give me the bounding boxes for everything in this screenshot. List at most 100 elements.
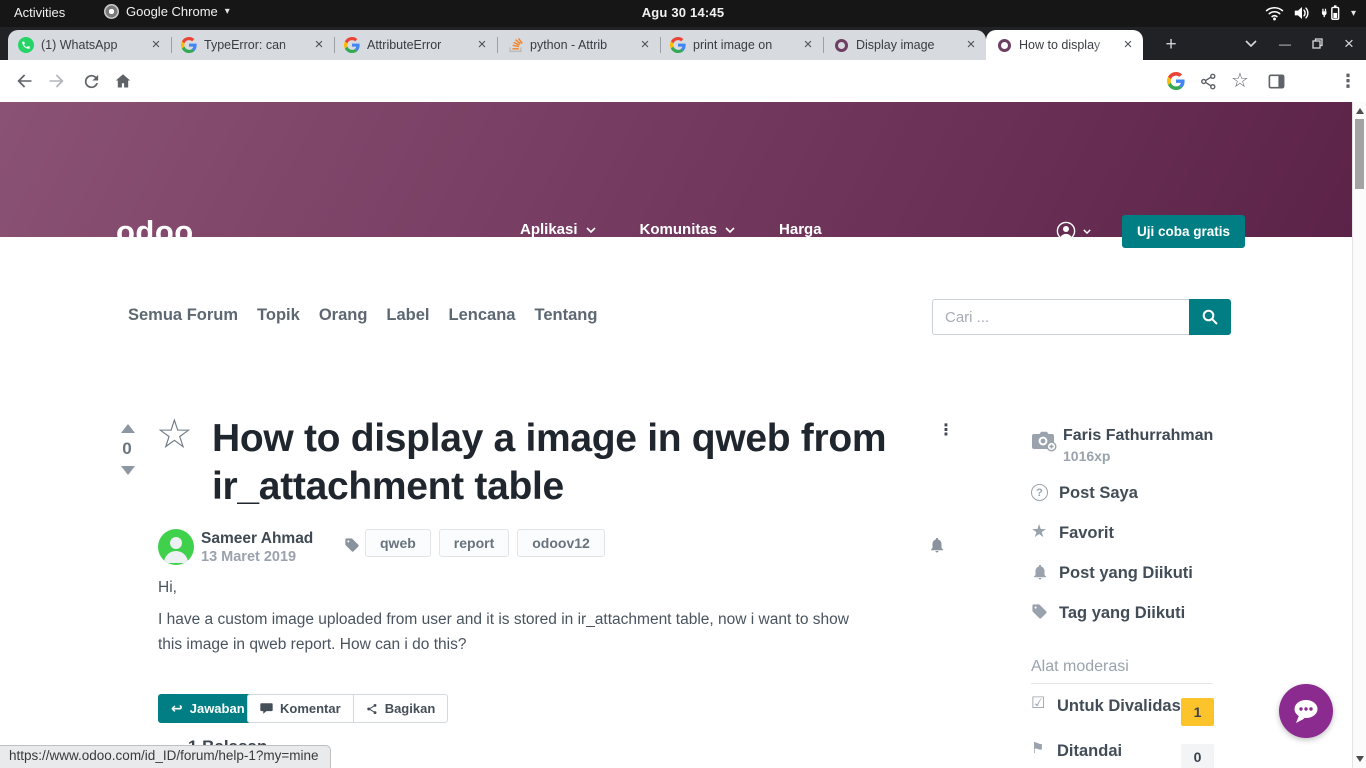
free-trial-button[interactable]: Uji coba gratis	[1122, 215, 1245, 248]
tab-stackoverflow[interactable]: python - Attrib ×	[497, 30, 660, 60]
search-icon	[1202, 309, 1218, 325]
avatar-placeholder-icon[interactable]	[1031, 430, 1057, 459]
comment-icon	[260, 702, 273, 715]
sidebar-item-favorit[interactable]: Favorit	[1059, 524, 1114, 543]
minimize-button[interactable]: —	[1274, 27, 1296, 60]
tab-label: How to display	[1019, 38, 1113, 52]
side-panel-icon[interactable]	[1266, 71, 1286, 91]
sidebar-item-untuk-divalidasi[interactable]: Untuk Divalidasi	[1057, 697, 1185, 716]
system-top-bar: Activities Google Chrome ▾ Agu 30 14:45 …	[0, 0, 1366, 27]
author-name[interactable]: Sameer Ahmad	[201, 530, 313, 548]
chevron-down-icon	[586, 227, 596, 233]
forum-nav: Semua Forum Topik Orang Label Lencana Te…	[128, 306, 597, 325]
flagged-count-badge: 0	[1181, 744, 1214, 768]
nav-aplikasi[interactable]: Aplikasi	[520, 221, 596, 238]
comment-button-label: Komentar	[280, 701, 341, 716]
search-button[interactable]	[1189, 299, 1231, 335]
share-button[interactable]: Bagikan	[353, 695, 448, 722]
page-scrollbar[interactable]	[1352, 102, 1366, 768]
tab-typeerror[interactable]: TypeError: can ×	[171, 30, 334, 60]
upvote-arrow[interactable]	[121, 424, 135, 433]
close-icon[interactable]: ×	[963, 37, 979, 53]
tag-odoov12[interactable]: odoov12	[517, 529, 605, 557]
tab-display-image[interactable]: Display image ×	[823, 30, 986, 60]
close-icon[interactable]: ×	[311, 37, 327, 53]
forward-button[interactable]	[47, 71, 67, 91]
wifi-icon	[1265, 5, 1284, 24]
close-icon[interactable]: ×	[1120, 37, 1136, 53]
sidebar-item-tag-yang-diikuti[interactable]: Tag yang Diikuti	[1059, 604, 1185, 623]
vote-count: 0	[114, 439, 140, 459]
sidebar-user-name[interactable]: Faris Fathurrahman	[1063, 427, 1213, 445]
app-menu[interactable]: Google Chrome ▾	[104, 4, 230, 19]
tab-active-how-to-display[interactable]: How to display ×	[986, 30, 1143, 60]
comment-share-group: Komentar Bagikan	[247, 694, 448, 723]
moderation-divider	[1031, 683, 1213, 684]
post-body: I have a custom image uploaded from user…	[158, 608, 858, 657]
question-mark-glyph: ?	[1036, 487, 1043, 499]
tab-strip: (1) WhatsApp × TypeError: can × Attribut…	[0, 27, 1366, 60]
nav-label: Aplikasi	[520, 221, 578, 238]
sidebar-item-post-yang-diikuti[interactable]: Post yang Diikuti	[1059, 564, 1193, 583]
reload-button[interactable]	[81, 71, 101, 91]
downvote-arrow[interactable]	[121, 466, 135, 475]
favorite-star-icon[interactable]: ☆	[156, 414, 193, 455]
tab-label: AttributeError	[367, 38, 467, 52]
close-icon[interactable]: ×	[637, 37, 653, 53]
tab-label: print image on	[693, 38, 793, 52]
account-menu[interactable]	[1056, 221, 1091, 241]
nav-harga[interactable]: Harga	[779, 221, 822, 238]
close-icon[interactable]: ×	[474, 37, 490, 53]
close-icon[interactable]: ×	[800, 37, 816, 53]
livechat-button[interactable]	[1279, 684, 1333, 738]
new-tab-button[interactable]: +	[1158, 32, 1184, 58]
forum-nav-semua-forum[interactable]: Semua Forum	[128, 306, 238, 325]
forum-nav-label[interactable]: Label	[386, 306, 429, 325]
browser-toolbar: odoo.com/id_ID/forum/help-1/how-to-displ…	[0, 60, 1366, 102]
sidebar-item-post-saya[interactable]: Post Saya	[1059, 484, 1138, 503]
nav-komunitas[interactable]: Komunitas	[640, 221, 736, 238]
search-input[interactable]	[932, 299, 1189, 335]
forum-nav-tentang[interactable]: Tentang	[534, 306, 597, 325]
post-greeting: Hi,	[158, 579, 177, 597]
post-date: 13 Maret 2019	[201, 549, 296, 565]
odoo-logo[interactable]: odoo	[116, 214, 194, 250]
google-account-icon[interactable]	[1166, 71, 1186, 91]
screen: Activities Google Chrome ▾ Agu 30 14:45 …	[0, 0, 1366, 768]
tag-report[interactable]: report	[439, 529, 509, 557]
author-avatar[interactable]	[158, 529, 194, 565]
tab-print-image[interactable]: print image on ×	[660, 30, 823, 60]
answer-button[interactable]: ↩ Jawaban	[158, 694, 258, 723]
tag-qweb[interactable]: qweb	[365, 529, 431, 557]
system-tray[interactable]: ▾	[1265, 4, 1356, 24]
home-button[interactable]	[113, 71, 133, 91]
stackoverflow-icon	[507, 37, 523, 53]
restore-window-button[interactable]	[1306, 27, 1328, 60]
scroll-up-arrow[interactable]	[1356, 108, 1364, 114]
forum-nav-lencana[interactable]: Lencana	[449, 306, 516, 325]
share-icon[interactable]	[1198, 71, 1218, 91]
tab-attributeerror[interactable]: AttributeError ×	[334, 30, 497, 60]
activities-button[interactable]: Activities	[14, 5, 65, 20]
user-icon	[1056, 221, 1076, 241]
forum-nav-orang[interactable]: Orang	[319, 306, 368, 325]
tab-label: TypeError: can	[204, 38, 304, 52]
bookmark-star-icon[interactable]: ☆	[1230, 71, 1250, 91]
tag-icon	[1031, 603, 1048, 625]
close-window-button[interactable]: ×	[1338, 27, 1360, 60]
comment-button[interactable]: Komentar	[248, 695, 353, 722]
back-button[interactable]	[14, 71, 34, 91]
chevron-down-icon: ▾	[1351, 9, 1356, 19]
sidebar-item-ditandai[interactable]: Ditandai	[1057, 742, 1122, 761]
follow-bell-icon[interactable]	[928, 536, 946, 559]
tab-search-chevron-icon[interactable]	[1240, 27, 1262, 60]
close-icon[interactable]: ×	[148, 37, 164, 53]
scroll-down-arrow[interactable]	[1356, 756, 1364, 762]
google-icon	[181, 37, 197, 53]
question-options-kebab-icon[interactable]: ⋮	[938, 420, 954, 440]
check-square-icon: ☑	[1031, 696, 1045, 712]
forum-nav-topik[interactable]: Topik	[257, 306, 300, 325]
tab-whatsapp[interactable]: (1) WhatsApp ×	[8, 30, 171, 60]
browser-menu-kebab-icon[interactable]: ⋮	[1338, 71, 1358, 91]
scrollbar-thumb[interactable]	[1355, 119, 1364, 189]
